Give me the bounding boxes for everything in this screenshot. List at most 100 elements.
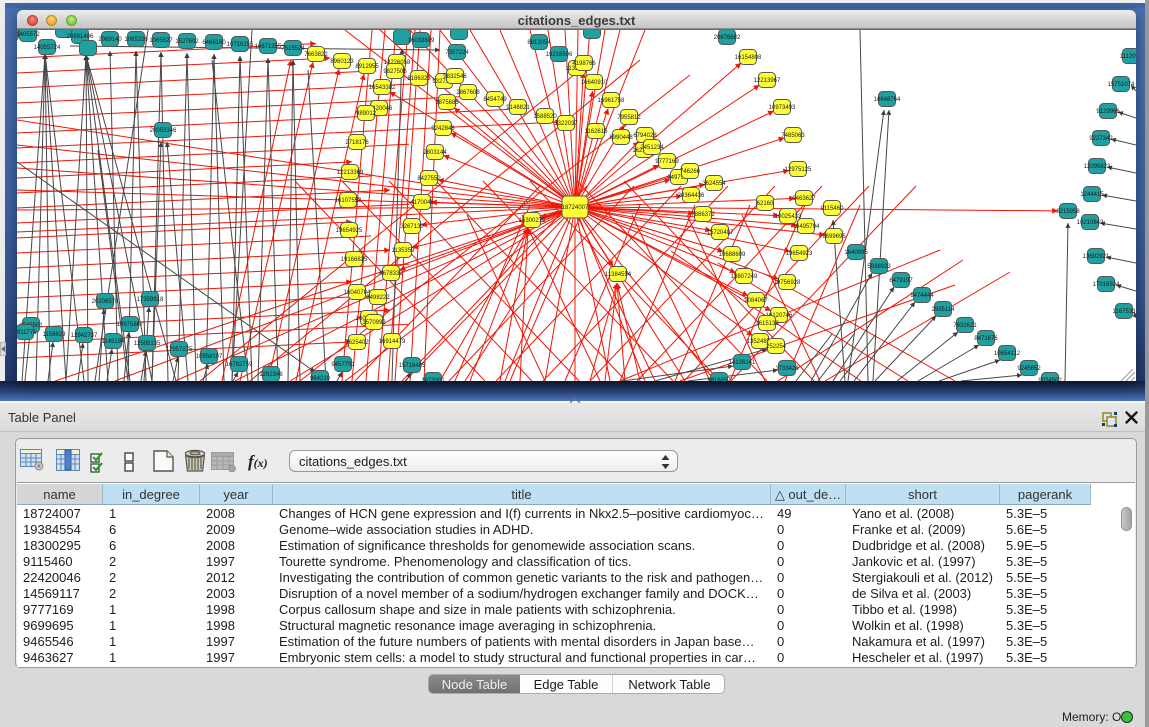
svg-text:9777169: 9777169 <box>655 159 679 165</box>
svg-text:19654923: 19654923 <box>786 251 813 257</box>
svg-text:1112096: 1112096 <box>1120 54 1136 60</box>
svg-text:7357224: 7357224 <box>445 50 469 56</box>
svg-text:9146821: 9146821 <box>506 105 530 111</box>
svg-text:9227342: 9227342 <box>1089 136 1113 142</box>
svg-text:1873301: 1873301 <box>421 378 445 381</box>
svg-text:1065527: 1065527 <box>149 38 173 44</box>
svg-text:8215958: 8215958 <box>1056 209 1080 215</box>
svg-text:746266: 746266 <box>680 169 701 175</box>
svg-text:19218506: 19218506 <box>546 52 573 58</box>
svg-text:12975125: 12975125 <box>785 167 812 173</box>
svg-text:6479197: 6479197 <box>889 278 913 284</box>
svg-text:19166825: 19166825 <box>341 257 368 263</box>
svg-text:3624554: 3624554 <box>702 181 726 187</box>
svg-text:2718176: 2718176 <box>345 140 369 146</box>
svg-text:20053346: 20053346 <box>150 128 177 134</box>
svg-text:9474444: 9474444 <box>910 293 934 299</box>
svg-text:2451234: 2451234 <box>640 145 664 151</box>
svg-text:10719155: 10719155 <box>227 42 254 48</box>
svg-text:9875685: 9875685 <box>435 100 459 106</box>
svg-text:20876682: 20876682 <box>714 35 741 41</box>
svg-text:20206576: 20206576 <box>92 299 119 305</box>
svg-text:2803144: 2803144 <box>423 150 447 156</box>
svg-text:9115460: 9115460 <box>821 206 845 212</box>
svg-text:16543382: 16543382 <box>369 85 396 91</box>
svg-text:17016504: 17016504 <box>1093 282 1120 288</box>
svg-text:964210: 964210 <box>310 376 331 381</box>
svg-text:12213967: 12213967 <box>754 78 781 84</box>
svg-text:1145194: 1145194 <box>102 339 126 345</box>
svg-text:1292346: 1292346 <box>259 372 283 378</box>
svg-text:12095823: 12095823 <box>1084 164 1111 170</box>
svg-text:1135359: 1135359 <box>392 248 416 254</box>
svg-text:3498222: 3498222 <box>366 295 390 301</box>
svg-text:8912955: 8912955 <box>355 64 379 70</box>
svg-text:1162615: 1162615 <box>585 129 609 135</box>
svg-text:9457791: 9457791 <box>331 362 355 368</box>
svg-text:16914479: 16914479 <box>379 339 406 345</box>
svg-text:20364436: 20364436 <box>678 193 705 199</box>
svg-text:19975867: 19975867 <box>117 322 144 328</box>
svg-text:1527602: 1527602 <box>175 39 199 45</box>
svg-text:19756928: 19756928 <box>774 280 801 286</box>
svg-text:18724007: 18724007 <box>562 205 589 211</box>
svg-text:16107552: 16107552 <box>335 198 362 204</box>
svg-text:11384554: 11384554 <box>605 272 632 278</box>
svg-text:7955812: 7955812 <box>617 115 641 121</box>
svg-text:1588520: 1588520 <box>533 114 557 120</box>
svg-text:5322037: 5322037 <box>554 121 578 127</box>
svg-text:16648764: 16648764 <box>874 97 901 103</box>
svg-text:15720407: 15720407 <box>707 230 734 236</box>
svg-text:8186323: 8186323 <box>407 76 431 82</box>
svg-text:1640995: 1640995 <box>844 250 868 256</box>
svg-text:9699695: 9699695 <box>822 234 846 240</box>
svg-text:10958107: 10958107 <box>196 354 223 360</box>
svg-text:18807249: 18807249 <box>731 274 758 280</box>
svg-text:10210643: 10210643 <box>1077 220 1104 226</box>
svg-text:10688609: 10688609 <box>719 252 746 258</box>
svg-text:8990448: 8990448 <box>609 135 633 141</box>
svg-text:2935114: 2935114 <box>932 307 956 313</box>
svg-text:14055724: 14055724 <box>34 45 61 51</box>
svg-text:3911771: 3911771 <box>17 330 37 336</box>
svg-text:9084067: 9084067 <box>744 298 768 304</box>
svg-text:16033809: 16033809 <box>408 38 435 44</box>
svg-text:4170046: 4170046 <box>410 200 434 206</box>
svg-text:2069140: 2069140 <box>98 37 122 43</box>
svg-text:1156829: 1156829 <box>43 332 67 338</box>
svg-text:1405572: 1405572 <box>17 32 40 38</box>
svg-text:9463627: 9463627 <box>792 196 816 202</box>
svg-text:19654925: 19654925 <box>336 228 363 234</box>
svg-text:16640910: 16640910 <box>581 80 608 86</box>
svg-text:5938923: 5938923 <box>867 264 891 270</box>
svg-text:1065326: 1065326 <box>124 37 148 43</box>
svg-text:7663822: 7663822 <box>304 52 328 58</box>
svg-text:62160: 62160 <box>757 201 774 207</box>
svg-text:20691406: 20691406 <box>67 34 94 40</box>
svg-text:15751074: 15751074 <box>1108 82 1135 88</box>
svg-text:4198766: 4198766 <box>572 61 596 67</box>
svg-text:13692921: 13692921 <box>1083 254 1110 260</box>
svg-text:6794028: 6794028 <box>633 133 657 139</box>
svg-text:12213369: 12213369 <box>337 170 364 176</box>
svg-text:17359918: 17359918 <box>137 297 164 303</box>
svg-text:3267130: 3267130 <box>400 224 424 230</box>
svg-text:7632621: 7632621 <box>953 323 977 329</box>
svg-text:6466160: 6466160 <box>202 40 226 46</box>
svg-text:16671355: 16671355 <box>255 44 282 50</box>
svg-text:12505135: 12505135 <box>134 341 161 347</box>
svg-text:252254: 252254 <box>766 344 787 350</box>
svg-text:16154808: 16154808 <box>735 55 762 61</box>
svg-text:8960123: 8960123 <box>330 59 354 65</box>
svg-text:8471676: 8471676 <box>974 336 998 342</box>
svg-text:9024502: 9024502 <box>1038 378 1062 381</box>
svg-text:16782759: 16782759 <box>226 362 253 368</box>
svg-text:16961758: 16961758 <box>598 98 625 104</box>
svg-text:1570992: 1570992 <box>362 320 386 326</box>
svg-text:8427552: 8427552 <box>417 176 441 182</box>
svg-text:1167533: 1167533 <box>1113 309 1136 315</box>
svg-text:14136141: 14136141 <box>729 360 756 366</box>
svg-text:7485063: 7485063 <box>781 133 805 139</box>
svg-text:17957275: 17957275 <box>166 347 193 353</box>
svg-text:12942737: 12942737 <box>71 333 98 339</box>
